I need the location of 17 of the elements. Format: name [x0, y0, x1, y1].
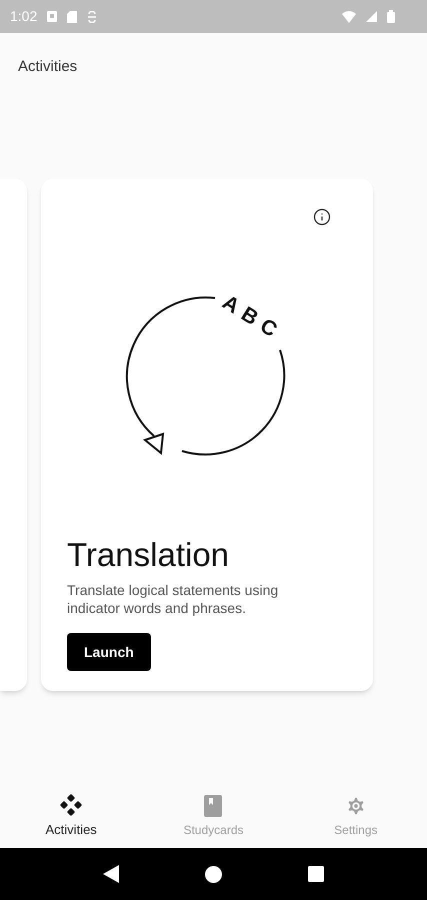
signal-icon: [366, 11, 377, 22]
page-title: Activities: [18, 58, 78, 75]
back-icon[interactable]: [103, 865, 119, 883]
book-icon: [203, 795, 224, 817]
activity-description: Translate logical statements using indicator words and phrases.: [67, 581, 280, 617]
battery-icon: [387, 10, 395, 23]
launch-button[interactable]: Launch: [67, 633, 151, 671]
dpad-icon: [60, 794, 82, 816]
home-icon[interactable]: [205, 866, 222, 882]
notification-icon: [47, 11, 58, 22]
status-time: 1:02: [10, 7, 38, 26]
sd-card-icon: [67, 10, 78, 22]
wifi-icon: [342, 10, 356, 22]
sync-icon: [87, 10, 98, 22]
activity-title: Translation: [67, 534, 230, 575]
info-icon[interactable]: [313, 208, 331, 226]
nav-tab[interactable]: Activities: [0, 788, 142, 846]
